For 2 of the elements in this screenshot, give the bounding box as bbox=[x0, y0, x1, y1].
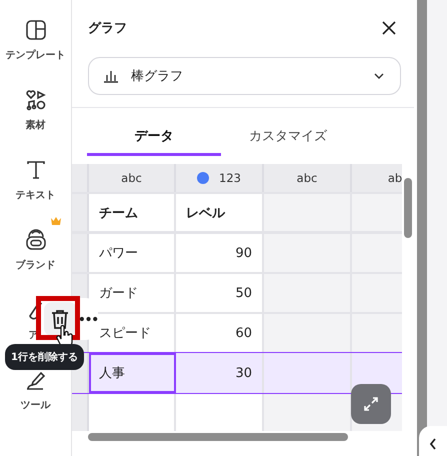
tooltip: 1行を削除する bbox=[5, 344, 84, 370]
panel-title: グラフ bbox=[88, 20, 127, 37]
